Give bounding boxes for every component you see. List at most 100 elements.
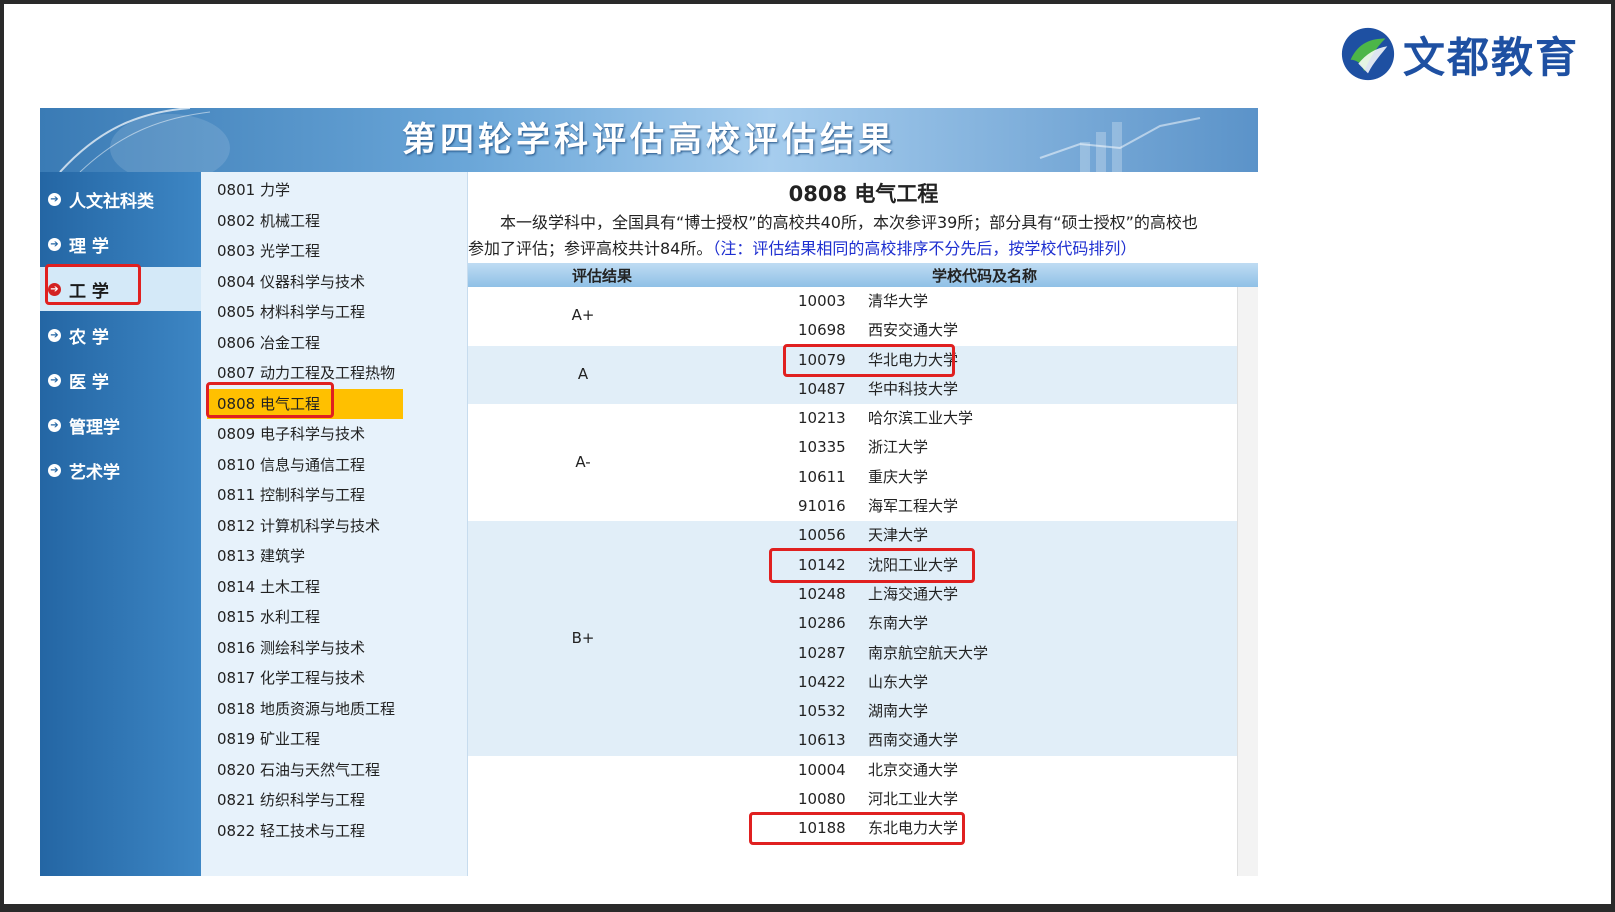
arrow-bullet-icon: ➔ — [48, 418, 61, 432]
arrow-bullet-icon: ➔ — [48, 373, 61, 387]
subject-item[interactable]: 0816 测绘科学与技术 — [207, 633, 403, 663]
school-name: 南京航空航天大学 — [868, 643, 989, 662]
logo-text: 文都教育 — [1403, 32, 1580, 82]
highlight-box-school-2 — [769, 548, 975, 583]
arrow-bullet-icon: ➔ — [48, 463, 61, 477]
table-row: 10286 东南大学 — [468, 609, 1238, 638]
slide: 文都教育 第四轮学科评估高校评估结果 ➔ 人文社科类 ➔ 理 学 ➔ 工 学 ➔ 农 学 ➔ 医 … — [4, 4, 1611, 904]
subject-list: 0801 力学 0802 机械工程 0803 光学工程 0804 仪器科学与技术 080… — [201, 172, 467, 876]
school-name: 山东大学 — [868, 672, 929, 691]
subject-item[interactable]: 0805 材料科学与工程 — [207, 297, 403, 327]
intro-text-line2: 参加了评估；参评高校共计84所。（注：评估结果相同的高校排序不分先后，按学校代码… — [468, 236, 1258, 262]
nav-item-4[interactable]: ➔ 医 学 — [40, 358, 201, 402]
school-name: 浙江大学 — [868, 438, 929, 457]
nav-item-6[interactable]: ➔ 艺术学 — [40, 448, 201, 492]
table-row: 10080 河北工业大学 — [468, 785, 1238, 814]
school-name: 清华大学 — [868, 292, 929, 310]
subject-item[interactable]: 0812 计算机科学与技术 — [207, 511, 403, 541]
school-name: 东南大学 — [868, 614, 929, 633]
nav-item-label: 管理学 — [69, 417, 120, 438]
subject-item[interactable]: 0822 轻工技术与工程 — [207, 816, 403, 846]
school-code: 10286 — [798, 614, 846, 633]
banner: 第四轮学科评估高校评估结果 — [40, 108, 1258, 172]
nav-item-label: 人文社科类 — [69, 191, 154, 212]
subject-item[interactable]: 0813 建筑学 — [207, 541, 403, 571]
school-name: 西南交通大学 — [868, 731, 959, 750]
nav-item-label: 医 学 — [69, 372, 109, 393]
grade-block: A+ 10003 清华大学 10698 西安交通大学 — [468, 287, 1238, 346]
school-code: 10335 — [798, 438, 846, 457]
school-name: 哈尔滨工业大学 — [868, 409, 974, 428]
nav-item-label: 艺术学 — [69, 462, 120, 483]
subject-item[interactable]: 0802 机械工程 — [207, 206, 403, 236]
school-code: 10487 — [798, 379, 846, 398]
scrollbar[interactable] — [1237, 287, 1258, 876]
intro-text-2: 参加了评估；参评高校共计84所。 — [468, 239, 713, 258]
subject-item[interactable]: 0820 石油与天然气工程 — [207, 755, 403, 785]
subject-item[interactable]: 0821 纺织科学与工程 — [207, 785, 403, 815]
table-row: 10698 西安交通大学 — [468, 316, 1238, 345]
school-name: 西安交通大学 — [868, 321, 959, 340]
school-code: 10422 — [798, 672, 846, 691]
table-row: 10487 华中科技大学 — [468, 375, 1238, 404]
highlight-box-subject — [206, 382, 334, 418]
subject-item[interactable]: 0811 控制科学与工程 — [207, 480, 403, 510]
header-grade: 评估结果 — [572, 267, 633, 285]
school-code: 10611 — [798, 467, 846, 486]
nav-item-0[interactable]: ➔ 人文社科类 — [40, 177, 201, 221]
table-row: 10611 重庆大学 — [468, 463, 1238, 492]
school-name: 北京交通大学 — [868, 760, 959, 779]
school-code: 10698 — [798, 321, 846, 340]
table-row: 10335 浙江大学 — [468, 433, 1238, 462]
school-name: 河北工业大学 — [868, 790, 959, 809]
intro-text: 本一级学科中，全国具有“博士授权”的高校共40所，本次参评39所；部分具有“硕士… — [500, 213, 1198, 232]
school-code: 10287 — [798, 643, 846, 662]
nav-item-label: 理 学 — [69, 236, 109, 257]
subject-item[interactable]: 0817 化学工程与技术 — [207, 663, 403, 693]
subject-item[interactable]: 0803 光学工程 — [207, 236, 403, 266]
school-code: 91016 — [798, 497, 846, 516]
subject-item[interactable]: 0809 电子科学与技术 — [207, 419, 403, 449]
arrow-bullet-icon: ➔ — [48, 192, 61, 206]
subject-item[interactable]: 0804 仪器科学与技术 — [207, 267, 403, 297]
banner-title: 第四轮学科评估高校评估结果 — [402, 120, 896, 160]
note-text: （注：评估结果相同的高校排序不分先后，按学校代码排列） — [712, 239, 1137, 258]
nav-item-1[interactable]: ➔ 理 学 — [40, 222, 201, 266]
table-row: 10004 北京交通大学 — [468, 756, 1238, 785]
table-row: 10248 上海交通大学 — [468, 580, 1238, 609]
school-code: 10003 — [798, 292, 846, 310]
table-row: 10613 西南交通大学 — [468, 726, 1238, 755]
school-code: 10532 — [798, 702, 846, 721]
school-name: 重庆大学 — [868, 467, 929, 486]
nav-item-5[interactable]: ➔ 管理学 — [40, 403, 201, 447]
table-row: 10422 山东大学 — [468, 668, 1238, 697]
subject-item[interactable]: 0814 土木工程 — [207, 572, 403, 602]
table-row: 10532 湖南大学 — [468, 697, 1238, 726]
arrow-bullet-icon: ➔ — [48, 237, 61, 251]
highlight-box-school-3 — [749, 812, 965, 845]
nav-item-3[interactable]: ➔ 农 学 — [40, 313, 201, 357]
subject-item[interactable]: 0819 矿业工程 — [207, 724, 403, 754]
highlight-box-school-1 — [783, 344, 955, 377]
wendu-logo-icon — [1341, 27, 1395, 81]
subject-item[interactable]: 0801 力学 — [207, 175, 403, 205]
school-code: 10056 — [798, 526, 846, 545]
school-code: 10613 — [798, 731, 846, 750]
subject-item[interactable]: 0815 水利工程 — [207, 602, 403, 632]
subject-title: 0808 电气工程 — [788, 182, 939, 206]
school-name: 湖南大学 — [868, 702, 929, 721]
school-name: 上海交通大学 — [868, 584, 959, 603]
table-row: 10003 清华大学 — [468, 287, 1238, 316]
school-code: 10248 — [798, 584, 846, 603]
grade-block: A- 10213 哈尔滨工业大学 10335 浙江大学 10611 重庆大学 91016 海军工… — [468, 404, 1238, 521]
logo: 文都教育 — [1339, 24, 1579, 84]
school-code: 10213 — [798, 409, 846, 428]
school-name: 海军工程大学 — [868, 497, 959, 516]
subject-item[interactable]: 0810 信息与通信工程 — [207, 450, 403, 480]
nav-item-label: 农 学 — [69, 327, 109, 348]
subject-item[interactable]: 0818 地质资源与地质工程 — [207, 694, 403, 724]
table-row: 10287 南京航空航天大学 — [468, 639, 1238, 668]
table-row: 91016 海军工程大学 — [468, 492, 1238, 521]
subject-item[interactable]: 0806 冶金工程 — [207, 328, 403, 358]
school-code: 10004 — [798, 760, 846, 779]
